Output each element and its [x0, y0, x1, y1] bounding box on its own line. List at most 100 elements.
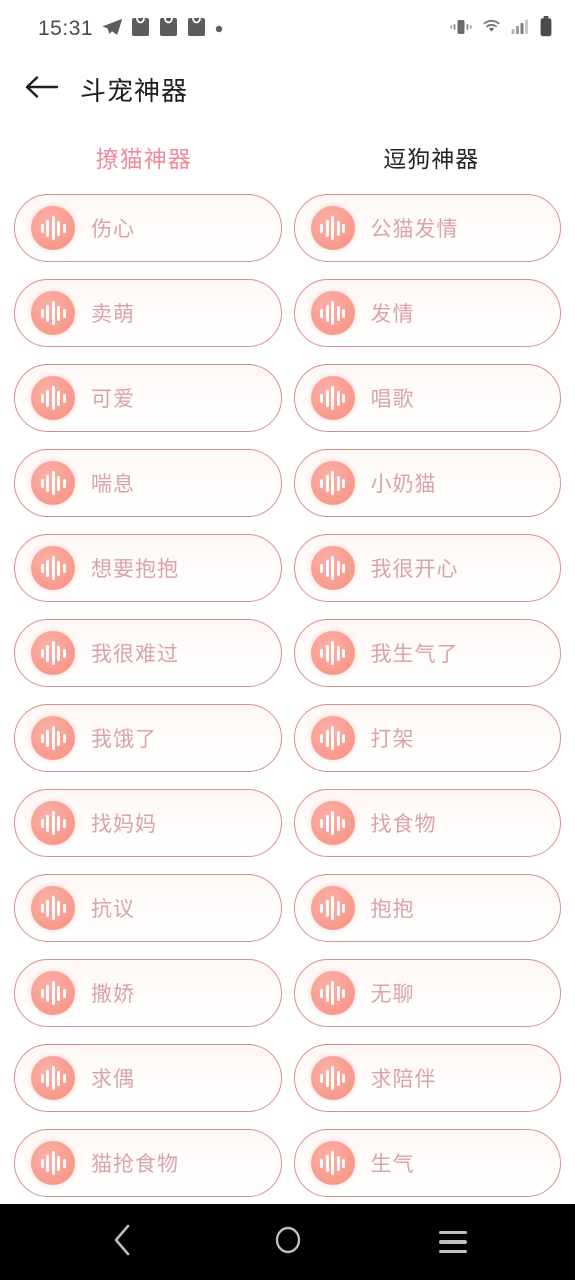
sound-pill[interactable]: 喘息	[14, 449, 282, 517]
sound-pill-label: 我很开心	[370, 558, 459, 581]
sound-wave-icon	[31, 206, 75, 250]
sound-wave-icon	[310, 971, 355, 1015]
sound-pill-label: 撒娇	[91, 983, 135, 1006]
sound-pill-label: 抗议	[91, 898, 135, 921]
dot-icon	[215, 20, 223, 38]
sound-pill-label: 打架	[370, 728, 415, 751]
sound-wave-icon	[310, 206, 355, 250]
sound-pill[interactable]: 想要抱抱	[14, 534, 282, 602]
telegram-send-icon	[102, 17, 122, 42]
sound-pill-label: 发情	[370, 303, 415, 326]
signal-icon	[511, 18, 530, 40]
sound-pill[interactable]: 猫抢食物	[14, 1129, 282, 1197]
app-badge-icon	[187, 16, 206, 42]
sound-pill[interactable]: 发情	[293, 279, 561, 347]
sound-pill-label: 小奶猫	[370, 473, 437, 496]
sound-pill-label: 求陪伴	[370, 1068, 437, 1091]
tab-dog-sounds[interactable]: 逗狗神器	[288, 140, 575, 174]
status-bar-right	[450, 16, 553, 42]
status-bar-left: 15:31	[38, 16, 223, 42]
sound-wave-icon	[310, 1141, 355, 1185]
sound-pill[interactable]: 我饿了	[14, 704, 282, 772]
sound-pill[interactable]: 可爱	[14, 364, 282, 432]
sound-wave-icon	[310, 291, 355, 335]
sound-wave-icon	[310, 461, 355, 505]
sound-pill[interactable]: 撒娇	[14, 959, 282, 1027]
nav-back-button[interactable]	[88, 1207, 158, 1277]
battery-icon	[539, 16, 553, 42]
arrow-left-icon[interactable]	[24, 74, 60, 105]
sound-pill[interactable]: 伤心	[14, 194, 282, 262]
sound-wave-icon	[31, 716, 75, 760]
sound-pill[interactable]: 找食物	[293, 789, 561, 857]
sound-pill-label: 猫抢食物	[91, 1153, 179, 1176]
sound-pill-label: 找妈妈	[91, 813, 157, 836]
vibrate-icon	[450, 18, 472, 41]
sound-pill-grid: 伤心 公猫发情卖萌 发情可爱 唱歌喘息 小奶猫想要抱抱 我很开心我很难过 我生气了我饿了 打架…	[14, 194, 561, 1197]
sound-pill[interactable]: 小奶猫	[293, 449, 561, 517]
sound-pill[interactable]: 打架	[293, 704, 561, 772]
nav-recents-button[interactable]	[418, 1207, 488, 1277]
sound-wave-icon	[31, 801, 75, 845]
sound-pill-label: 抱抱	[370, 898, 415, 921]
sound-pill-label: 我生气了	[370, 643, 459, 666]
sound-pill-label: 我很难过	[91, 643, 179, 666]
sound-pill-label: 我饿了	[91, 728, 157, 751]
sound-pill-label: 找食物	[370, 813, 437, 836]
sound-wave-icon	[31, 631, 75, 675]
back-icon	[112, 1223, 134, 1262]
sound-pill[interactable]: 求陪伴	[293, 1044, 561, 1112]
sound-wave-icon	[310, 716, 355, 760]
sound-pill-label: 无聊	[370, 983, 415, 1006]
sound-pill-label: 唱歌	[370, 388, 415, 411]
home-icon	[273, 1225, 303, 1260]
sound-wave-icon	[31, 461, 75, 505]
sound-pill-label: 可爱	[91, 388, 135, 411]
sound-pill-label: 公猫发情	[370, 218, 459, 241]
status-bar: 15:31	[0, 0, 575, 58]
sound-pill[interactable]: 抱抱	[293, 874, 561, 942]
sound-wave-icon	[310, 801, 355, 845]
sound-pill-label: 喘息	[91, 473, 135, 496]
app-header: 斗宠神器	[0, 58, 575, 120]
android-nav-bar	[0, 1204, 575, 1280]
sound-wave-icon	[310, 631, 355, 675]
sound-wave-icon	[31, 1056, 75, 1100]
sound-pill[interactable]: 卖萌	[14, 279, 282, 347]
sound-pill[interactable]: 无聊	[293, 959, 561, 1027]
app-badge-icon	[131, 16, 150, 42]
sound-pill-label: 生气	[370, 1153, 415, 1176]
tab-bar: 撩猫神器 逗狗神器	[0, 120, 575, 194]
sound-wave-icon	[310, 886, 355, 930]
sound-pill-label: 求偶	[91, 1068, 135, 1091]
sound-wave-icon	[310, 376, 355, 420]
sound-pill[interactable]: 我很难过	[14, 619, 282, 687]
sound-wave-icon	[310, 546, 355, 590]
sound-pill[interactable]: 我很开心	[293, 534, 561, 602]
sound-wave-icon	[31, 886, 75, 930]
sound-wave-icon	[31, 291, 75, 335]
phone-screen: 15:31 斗宠神器 撩猫神器 逗狗神器 伤心 公猫发情 卖萌 发情 可爱 唱歌…	[0, 0, 575, 1280]
page-title: 斗宠神器	[80, 75, 189, 106]
sound-wave-icon	[31, 546, 75, 590]
sound-pill[interactable]: 生气	[293, 1129, 561, 1197]
app-badge-icon	[159, 16, 178, 42]
sound-pill[interactable]: 找妈妈	[14, 789, 282, 857]
tab-cat-sounds[interactable]: 撩猫神器	[0, 140, 288, 174]
sound-pill-label: 伤心	[91, 218, 135, 241]
sound-pill[interactable]: 抗议	[14, 874, 282, 942]
sound-pill-label: 卖萌	[91, 303, 135, 326]
sound-pill[interactable]: 求偶	[14, 1044, 282, 1112]
status-bar-clock: 15:31	[38, 17, 94, 40]
sound-wave-icon	[310, 1056, 355, 1100]
sound-pill[interactable]: 公猫发情	[293, 194, 561, 262]
sound-wave-icon	[31, 1141, 75, 1185]
sound-list-scroll[interactable]: 伤心 公猫发情卖萌 发情可爱 唱歌喘息 小奶猫想要抱抱 我很开心我很难过 我生气了我饿了 打架…	[0, 194, 575, 1204]
sound-pill[interactable]: 我生气了	[293, 619, 561, 687]
sound-wave-icon	[31, 376, 75, 420]
sound-wave-icon	[31, 971, 75, 1015]
nav-home-button[interactable]	[253, 1207, 323, 1277]
recents-icon	[438, 1230, 467, 1254]
sound-pill[interactable]: 唱歌	[293, 364, 561, 432]
wifi-icon	[481, 18, 502, 40]
